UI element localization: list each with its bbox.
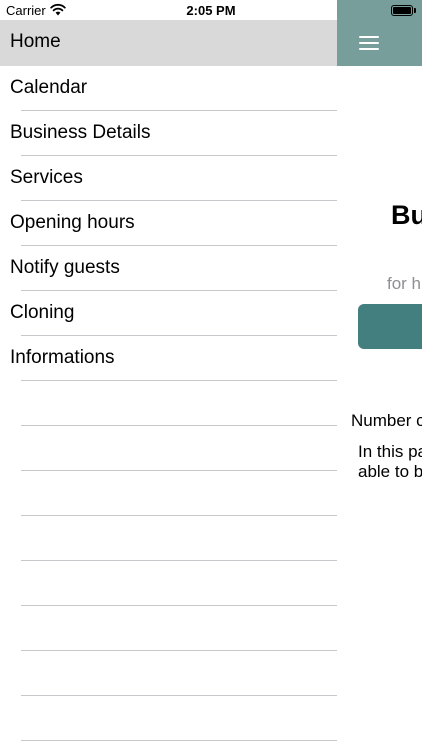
menu-item-label: Services	[10, 167, 83, 188]
menu-item-label: Home	[10, 31, 61, 52]
empty-row	[0, 606, 337, 651]
menu-item-calendar[interactable]: Calendar	[0, 66, 337, 111]
menu-item-informations[interactable]: Informations	[0, 336, 337, 381]
side-drawer: Home Calendar Business Details Services …	[0, 20, 337, 750]
description-line: In this pa	[358, 442, 422, 461]
empty-row	[0, 516, 337, 561]
empty-row	[0, 651, 337, 696]
menu-item-label: Informations	[10, 347, 115, 368]
number-label: Number c	[351, 411, 422, 430]
empty-row	[0, 426, 337, 471]
menu-item-label: Opening hours	[10, 212, 135, 233]
menu-item-opening-hours[interactable]: Opening hours	[0, 201, 337, 246]
menu-item-cloning[interactable]: Cloning	[0, 291, 337, 336]
empty-row	[0, 471, 337, 516]
description-line: able to b	[358, 462, 422, 481]
main-content: Bu for h Number c In this pa able to b	[337, 0, 422, 750]
hamburger-menu-icon[interactable]	[359, 36, 379, 50]
menu-item-home[interactable]: Home	[0, 20, 337, 66]
menu-item-label: Business Details	[10, 122, 151, 143]
clock-time: 2:05 PM	[186, 3, 236, 18]
menu-item-label: Calendar	[10, 77, 88, 98]
menu-item-notify-guests[interactable]: Notify guests	[0, 246, 337, 291]
page-subtitle: for h	[387, 274, 422, 293]
empty-row	[0, 561, 337, 606]
menu-item-business-details[interactable]: Business Details	[0, 111, 337, 156]
menu-item-label: Notify guests	[10, 257, 120, 278]
empty-row	[0, 381, 337, 426]
description-text: In this pa able to b	[358, 442, 422, 482]
empty-row	[0, 696, 337, 741]
battery-icon	[391, 5, 413, 16]
menu-item-label: Cloning	[10, 302, 75, 323]
page-title: Bu	[391, 200, 422, 230]
primary-action-button[interactable]	[358, 304, 422, 349]
row-separator	[21, 740, 337, 741]
status-bar: Carrier 2:05 PM	[0, 0, 422, 20]
menu-item-services[interactable]: Services	[0, 156, 337, 201]
battery-tip-icon	[414, 8, 416, 13]
